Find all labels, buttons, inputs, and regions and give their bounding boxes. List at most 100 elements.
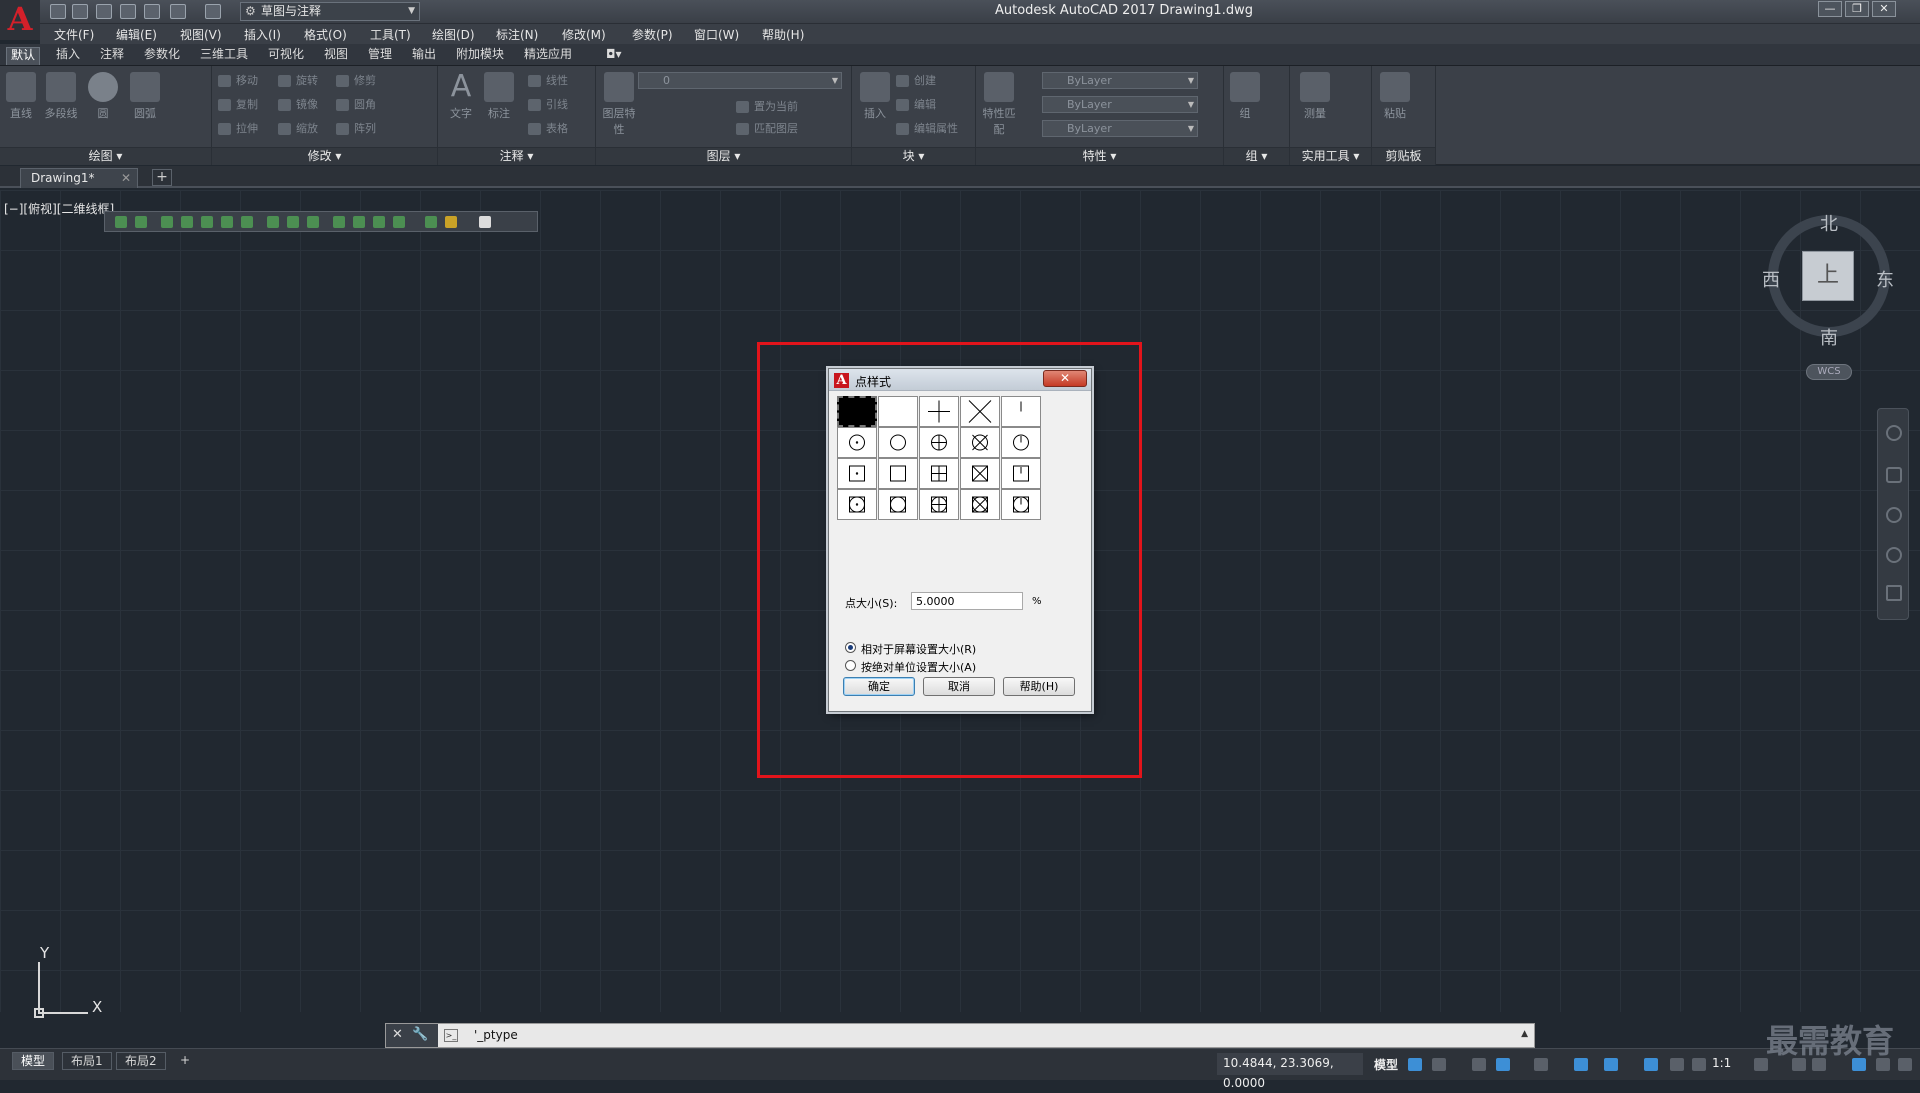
tab-visualize[interactable]: 可视化 — [264, 47, 308, 65]
annotation-scale-icon[interactable] — [1670, 1058, 1684, 1071]
showmotion-icon[interactable] — [1886, 585, 1902, 601]
tab-layout2[interactable]: 布局2 — [116, 1052, 166, 1070]
point-style-circle-plus[interactable] — [919, 427, 959, 458]
rotate-tool[interactable]: 旋转 — [278, 72, 318, 90]
point-style-cross[interactable] — [960, 396, 1000, 427]
edit-attributes-tool[interactable]: 编辑属性 — [896, 120, 958, 138]
panel-title-group[interactable]: 组 ▾ — [1224, 147, 1289, 165]
panel-title-utilities[interactable]: 实用工具 ▾ — [1290, 147, 1371, 165]
lineweight-dropdown[interactable]: ByLayer ▼ — [1042, 120, 1198, 137]
move-tool[interactable]: 移动 — [218, 72, 258, 90]
menu-edit[interactable]: 编辑(E) — [116, 26, 157, 43]
match-properties-tool[interactable]: 特性匹配 — [982, 72, 1016, 136]
toolbar-icon[interactable] — [201, 216, 213, 228]
customize-icon[interactable] — [1898, 1058, 1912, 1071]
toolbar-icon[interactable] — [267, 216, 279, 228]
viewport-controls[interactable]: [−][俯视][二维线框] — [4, 200, 114, 217]
point-style-circle-cross[interactable] — [960, 427, 1000, 458]
toolbar-icon[interactable] — [333, 216, 345, 228]
line-tool[interactable]: 直线 — [4, 72, 38, 122]
menu-parametric[interactable]: 参数(P) — [632, 26, 673, 43]
leader-tool[interactable]: 引线 — [528, 96, 568, 114]
circle-tool[interactable]: 圆 — [86, 72, 120, 122]
ok-button[interactable]: 确定 — [843, 677, 915, 696]
help-button[interactable]: 帮助(H) — [1003, 677, 1075, 696]
close-button[interactable]: ✕ — [1872, 1, 1896, 17]
point-style-circle-square-plus[interactable] — [919, 489, 959, 520]
radio-selected[interactable] — [845, 642, 856, 653]
toolbar-icon[interactable] — [161, 216, 173, 228]
menu-file[interactable]: 文件(F) — [54, 26, 94, 43]
point-style-circle-square-cross[interactable] — [960, 489, 1000, 520]
panel-title-draw[interactable]: 绘图 ▾ — [0, 147, 211, 165]
dialog-title-bar[interactable]: A 点样式 ✕ — [829, 369, 1091, 391]
cancel-button[interactable]: 取消 — [923, 677, 995, 696]
insert-block-tool[interactable]: 插入 — [858, 72, 892, 122]
layer-properties-tool[interactable]: 图层特性 — [602, 72, 636, 136]
radio-unselected[interactable] — [845, 660, 856, 671]
toolbar-icon[interactable] — [135, 216, 147, 228]
copy-tool[interactable]: 复制 — [218, 96, 258, 114]
point-style-square-plus[interactable] — [919, 458, 959, 489]
point-style-circle-square-dot[interactable] — [837, 489, 877, 520]
print-icon[interactable] — [144, 4, 160, 19]
point-style-square-cross[interactable] — [960, 458, 1000, 489]
point-style-circle-dot[interactable] — [837, 427, 877, 458]
menu-tools[interactable]: 工具(T) — [370, 26, 411, 43]
object-snap-icon[interactable] — [1574, 1058, 1588, 1071]
app-menu-button[interactable]: A — [0, 0, 40, 40]
undo-icon[interactable] — [170, 4, 186, 19]
linetype-dropdown[interactable]: ByLayer ▼ — [1042, 96, 1198, 113]
scale-tool[interactable]: 缩放 — [278, 120, 318, 138]
snap-icon[interactable] — [1432, 1058, 1446, 1071]
polar-icon[interactable] — [1496, 1058, 1510, 1071]
viewcube-north[interactable]: 北 — [1820, 210, 1838, 236]
measure-tool[interactable]: 测量 — [1298, 72, 1332, 122]
point-style-circle-square[interactable] — [878, 489, 918, 520]
edit-block-tool[interactable]: 编辑 — [896, 96, 936, 114]
wrench-icon[interactable]: 🔧 — [412, 1027, 428, 1042]
point-style-tick[interactable] — [1001, 396, 1041, 427]
tab-featured-apps[interactable]: 精选应用 — [520, 47, 576, 65]
dimension-tool[interactable]: 标注 — [482, 72, 516, 122]
menu-help[interactable]: 帮助(H) — [762, 26, 804, 43]
mirror-tool[interactable]: 镜像 — [278, 96, 318, 114]
panel-title-clipboard[interactable]: 剪贴板 — [1372, 147, 1435, 165]
workspace-dropdown[interactable]: ⚙ 草图与注释 ▼ — [240, 2, 420, 21]
toolbar-icon[interactable] — [221, 216, 233, 228]
panel-title-layers[interactable]: 图层 ▾ — [596, 147, 851, 165]
tab-default[interactable]: 默认 — [6, 47, 41, 65]
fillet-tool[interactable]: 圆角 — [336, 96, 376, 114]
arc-tool[interactable]: 圆弧 — [128, 72, 162, 122]
close-icon[interactable]: ✕ — [392, 1027, 403, 1042]
restore-button[interactable]: ❐ — [1845, 1, 1869, 17]
close-icon[interactable]: ✕ — [121, 169, 131, 187]
point-style-circle-square-tick[interactable] — [1001, 489, 1041, 520]
create-block-tool[interactable]: 创建 — [896, 72, 936, 90]
save-as-icon[interactable] — [120, 4, 136, 19]
text-tool[interactable]: A 文字 — [444, 72, 478, 122]
table-tool[interactable]: 表格 — [528, 120, 568, 138]
auto-scale-icon[interactable] — [1692, 1058, 1706, 1071]
set-current-tool[interactable]: 置为当前 — [736, 98, 798, 116]
coordinates-display[interactable]: 10.4844, 23.3069, 0.0000 — [1217, 1053, 1363, 1090]
toolbar-icon[interactable] — [373, 216, 385, 228]
chevron-up-icon[interactable]: ▲ — [1521, 1029, 1528, 1039]
tab-addins[interactable]: 附加模块 — [452, 47, 508, 65]
polyline-tool[interactable]: 多段线 — [44, 72, 78, 122]
panel-title-properties[interactable]: 特性 ▾ — [976, 147, 1223, 165]
point-style-square-tick[interactable] — [1001, 458, 1041, 489]
command-line[interactable]: ✕ 🔧 >_ '_ptype ▲ — [385, 1023, 1535, 1048]
tab-model[interactable]: 模型 — [12, 1052, 55, 1070]
add-layout-button[interactable]: + — [172, 1052, 198, 1070]
toolbar-icon[interactable] — [425, 216, 437, 228]
menu-modify[interactable]: 修改(M) — [562, 26, 606, 43]
annotation-visibility-icon[interactable] — [1644, 1058, 1658, 1071]
steering-wheel-icon[interactable] — [1886, 425, 1902, 441]
point-style-plus[interactable] — [919, 396, 959, 427]
menu-window[interactable]: 窗口(W) — [694, 26, 739, 43]
redo-icon[interactable] — [205, 4, 221, 19]
point-style-square-dot[interactable] — [837, 458, 877, 489]
grid-icon[interactable] — [1408, 1058, 1422, 1071]
stretch-tool[interactable]: 拉伸 — [218, 120, 258, 138]
